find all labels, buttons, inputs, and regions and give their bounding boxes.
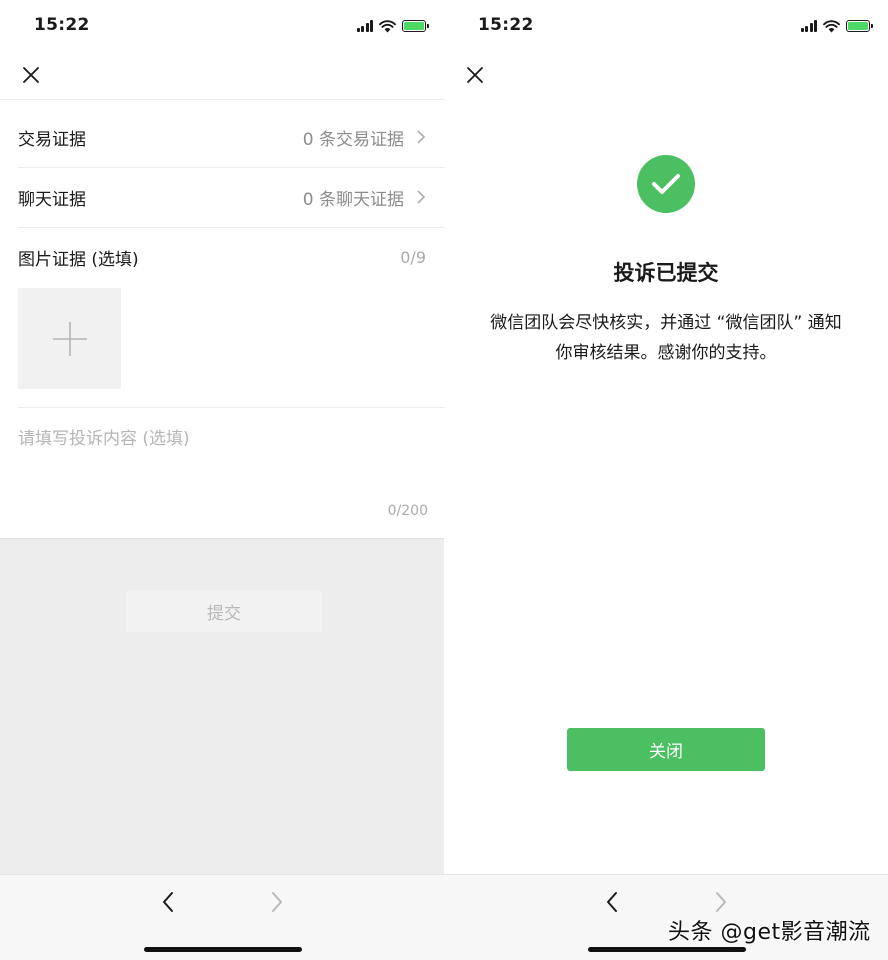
image-evidence-label: 图片证据 (选填) (18, 249, 139, 270)
submit-area (0, 538, 444, 874)
status-icons (800, 18, 873, 34)
transaction-evidence-row[interactable]: 交易证据 0 条交易证据 (0, 107, 444, 167)
forward-arrow-icon[interactable] (270, 891, 284, 913)
complaint-content-input[interactable] (18, 424, 426, 494)
home-indicator (588, 947, 746, 952)
transaction-evidence-value: 0 条交易证据 (303, 125, 426, 150)
close-icon[interactable] (464, 64, 486, 86)
close-button[interactable]: 关闭 (567, 728, 765, 771)
chat-evidence-label: 聊天证据 (18, 189, 86, 210)
chevron-right-icon (417, 190, 426, 204)
status-time: 15:22 (34, 15, 90, 35)
status-bar: 15:22 (0, 0, 444, 52)
content-counter: 0/200 (387, 503, 428, 519)
success-message: 微信团队会尽快核实，并通过 “微信团队” 通知你审核结果。感谢你的支持。 (490, 313, 842, 363)
row-divider (18, 407, 444, 408)
close-icon[interactable] (20, 64, 42, 86)
battery-icon (846, 20, 873, 32)
watermark: 头条 @get影音潮流 (668, 920, 871, 945)
status-icons (356, 18, 429, 34)
signal-icon (800, 20, 817, 32)
bottom-nav-bar (0, 874, 444, 960)
add-image-button[interactable] (18, 288, 121, 389)
complaint-submitted-screen: 15:22 投诉已提交 微信团队会尽快核实，并通过 “微信团队” 通知你审核结果… (444, 0, 888, 960)
chat-evidence-value: 0 条聊天证据 (303, 185, 426, 210)
back-arrow-icon[interactable] (161, 891, 175, 913)
chat-evidence-row[interactable]: 聊天证据 0 条聊天证据 (0, 167, 444, 227)
image-count: 0/9 (400, 247, 426, 267)
transaction-evidence-label: 交易证据 (18, 129, 86, 150)
success-check-badge (637, 155, 695, 213)
header-divider (0, 99, 444, 100)
signal-icon (356, 20, 373, 32)
check-icon (652, 174, 680, 194)
wifi-icon (823, 19, 840, 32)
battery-icon (402, 20, 429, 32)
home-indicator (144, 947, 302, 952)
image-evidence-row: 图片证据 (选填) 0/9 (0, 227, 444, 287)
wifi-icon (379, 19, 396, 32)
complaint-form-screen: 15:22 交易证据 0 条交易证据 聊天证据 0 条聊天证据 图片证据 (选填… (0, 0, 444, 960)
submit-button[interactable]: 提交 (126, 590, 322, 632)
back-arrow-icon[interactable] (605, 891, 619, 913)
success-title: 投诉已提交 (613, 261, 719, 285)
forward-arrow-icon[interactable] (714, 891, 728, 913)
plus-icon (52, 321, 87, 356)
chevron-right-icon (417, 130, 426, 144)
status-time: 15:22 (478, 15, 534, 35)
status-bar: 15:22 (444, 0, 888, 52)
